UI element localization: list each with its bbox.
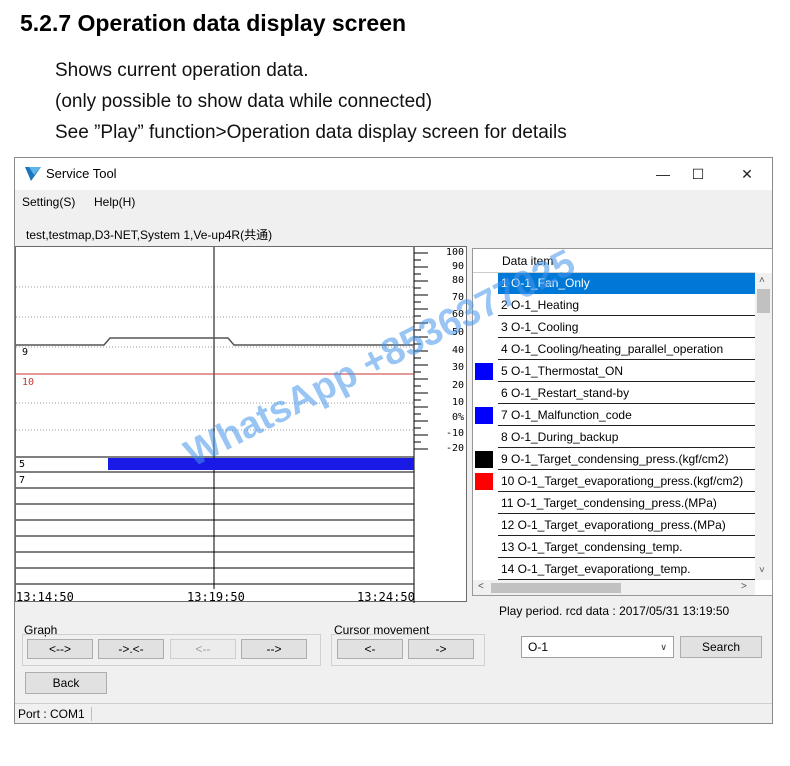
row-label-5: 5 (19, 459, 25, 470)
data-item-row[interactable]: 4 O-1_Cooling/heating_parallel_operation (473, 339, 755, 361)
menu-help[interactable]: Help(H) (94, 195, 135, 209)
data-item-label: 5 O-1_Thermostat_ON (498, 361, 755, 382)
scale-label: 40 (452, 345, 464, 356)
data-item-label: 6 O-1_Restart_stand-by (498, 383, 755, 404)
trace-9 (16, 337, 414, 346)
trace-5-bar (108, 458, 414, 470)
description-line-3: See ”Play” function>Operation data displ… (55, 122, 567, 143)
data-item-row[interactable]: 12 O-1_Target_evaporationg_press.(MPa) (473, 515, 755, 537)
maximize-button[interactable]: ☐ (677, 162, 719, 186)
color-swatch[interactable] (475, 407, 493, 424)
data-item-row[interactable]: 6 O-1_Restart_stand-by (473, 383, 755, 405)
color-swatch[interactable] (475, 363, 493, 380)
data-item-row[interactable]: 3 O-1_Cooling (473, 317, 755, 339)
data-item-label: 4 O-1_Cooling/heating_parallel_operation (498, 339, 755, 360)
data-item-row[interactable]: 9 O-1_Target_condensing_press.(kgf/cm2) (473, 449, 755, 471)
color-swatch[interactable] (475, 451, 493, 468)
graph-back-button[interactable]: <-- (170, 639, 236, 659)
data-item-label: 1 O-1_Fan_Only (498, 273, 755, 294)
data-item-row[interactable]: 2 O-1_Heating (473, 295, 755, 317)
time-label-mid: 13:19:50 (187, 590, 245, 603)
data-item-row[interactable]: 13 O-1_Target_condensing_temp. (473, 537, 755, 559)
data-item-row[interactable]: 11 O-1_Target_condensing_press.(MPa) (473, 493, 755, 515)
menu-bar: Setting(S) Help(H) (15, 192, 772, 212)
service-tool-window: Service Tool — ☐ ✕ Setting(S) Help(H) te… (14, 157, 773, 724)
graph-shrink-button[interactable]: ->.<- (98, 639, 164, 659)
scale-label: 10 (452, 397, 464, 408)
scale-label: 60 (452, 309, 464, 320)
horizontal-scroll-thumb[interactable] (491, 583, 621, 593)
unit-select-value: O-1 (528, 640, 549, 654)
scale-label: 20 (452, 380, 464, 391)
data-item-label: 9 O-1_Target_condensing_press.(kgf/cm2) (498, 449, 755, 470)
data-item-label: 14 O-1_Target_evaporationg_temp. (498, 559, 755, 580)
scale-label: 90 (452, 261, 464, 272)
data-item-label: 12 O-1_Target_evaporationg_press.(MPa) (498, 515, 755, 536)
scroll-up-icon[interactable]: ˄ (759, 275, 765, 286)
data-item-row[interactable]: 8 O-1_During_backup (473, 427, 755, 449)
data-item-row[interactable]: 10 O-1_Target_evaporationg_press.(kgf/cm… (473, 471, 755, 493)
unit-select[interactable]: O-1 ∨ (521, 636, 674, 658)
color-swatch[interactable] (475, 473, 493, 490)
data-item-row[interactable]: 1 O-1_Fan_Only (473, 273, 755, 295)
status-bar: Port : COM1 (15, 703, 772, 724)
time-label-start: 13:14:50 (16, 590, 74, 603)
data-item-row[interactable]: 7 O-1_Malfunction_code (473, 405, 755, 427)
status-port: Port : COM1 (18, 707, 92, 721)
data-item-header: Data item (473, 249, 755, 273)
connection-info: test,testmap,D3-NET,System 1,Ve-up4R(共通) (26, 228, 273, 242)
close-button[interactable]: ✕ (726, 162, 768, 186)
scale-label: 30 (452, 362, 464, 373)
scroll-left-icon[interactable]: < (478, 581, 484, 592)
data-item-list[interactable]: Data item 1 O-1_Fan_Only 2 O-1_Heating 3 O… (472, 248, 773, 596)
list-horizontal-scrollbar[interactable]: < > (473, 580, 755, 595)
cursor-left-button[interactable]: <- (337, 639, 403, 659)
data-item-label: 3 O-1_Cooling (498, 317, 755, 338)
data-item-label: 8 O-1_During_backup (498, 427, 755, 448)
scale-label: 100 (446, 247, 464, 258)
search-button[interactable]: Search (680, 636, 762, 658)
scale-label: -20 (446, 443, 464, 454)
title-bar[interactable]: Service Tool — ☐ ✕ (15, 158, 772, 190)
data-item-row[interactable]: 5 O-1_Thermostat_ON (473, 361, 755, 383)
scale-label: 70 (452, 292, 464, 303)
window-title: Service Tool (46, 166, 117, 181)
data-item-label: 10 O-1_Target_evaporationg_press.(kgf/cm… (498, 471, 755, 492)
scroll-right-icon[interactable]: > (741, 581, 747, 592)
play-period-text: Play period. rcd data : 2017/05/31 13:19… (499, 604, 730, 618)
vertical-scroll-thumb[interactable] (757, 289, 770, 313)
data-item-label: 13 O-1_Target_condensing_temp. (498, 537, 755, 558)
scale-label: 0% (452, 412, 464, 423)
row-label-7: 7 (19, 475, 25, 486)
section-title: 5.2.7 Operation data display screen (20, 10, 407, 36)
chevron-down-icon[interactable]: ∨ (660, 637, 667, 657)
description-line-1: Shows current operation data. (55, 60, 309, 81)
service-tool-logo-icon (25, 167, 41, 181)
scale-label: 50 (452, 327, 464, 338)
list-vertical-scrollbar[interactable]: ˄ ˅ (755, 273, 772, 580)
graph-expand-button[interactable]: <--> (27, 639, 93, 659)
row-label-9: 9 (22, 347, 28, 358)
scroll-down-icon[interactable]: ˅ (759, 565, 765, 576)
data-item-label: 2 O-1_Heating (498, 295, 755, 316)
scale-label: 80 (452, 275, 464, 286)
data-item-row[interactable]: 14 O-1_Target_evaporationg_temp. (473, 559, 755, 581)
row-label-10: 10 (22, 377, 34, 388)
graph-gridlines (16, 286, 414, 431)
menu-setting[interactable]: Setting(S) (22, 195, 75, 209)
scale-ruler (414, 252, 428, 450)
graph-canvas: 100 90 80 70 60 50 40 30 20 10 0% -10 -2… (16, 247, 464, 603)
description-line-2: (only possible to show data while connec… (55, 91, 433, 112)
scale-label: -10 (446, 428, 464, 439)
graph-forward-button[interactable]: --> (241, 639, 307, 659)
signal-row-lines (16, 456, 414, 585)
data-item-label: 11 O-1_Target_condensing_press.(MPa) (498, 493, 755, 514)
data-item-label: 7 O-1_Malfunction_code (498, 405, 755, 426)
time-label-end: 13:24:50 (357, 590, 415, 603)
cursor-right-button[interactable]: -> (408, 639, 474, 659)
operation-graph[interactable]: 100 90 80 70 60 50 40 30 20 10 0% -10 -2… (15, 246, 467, 603)
back-button[interactable]: Back (25, 672, 107, 694)
